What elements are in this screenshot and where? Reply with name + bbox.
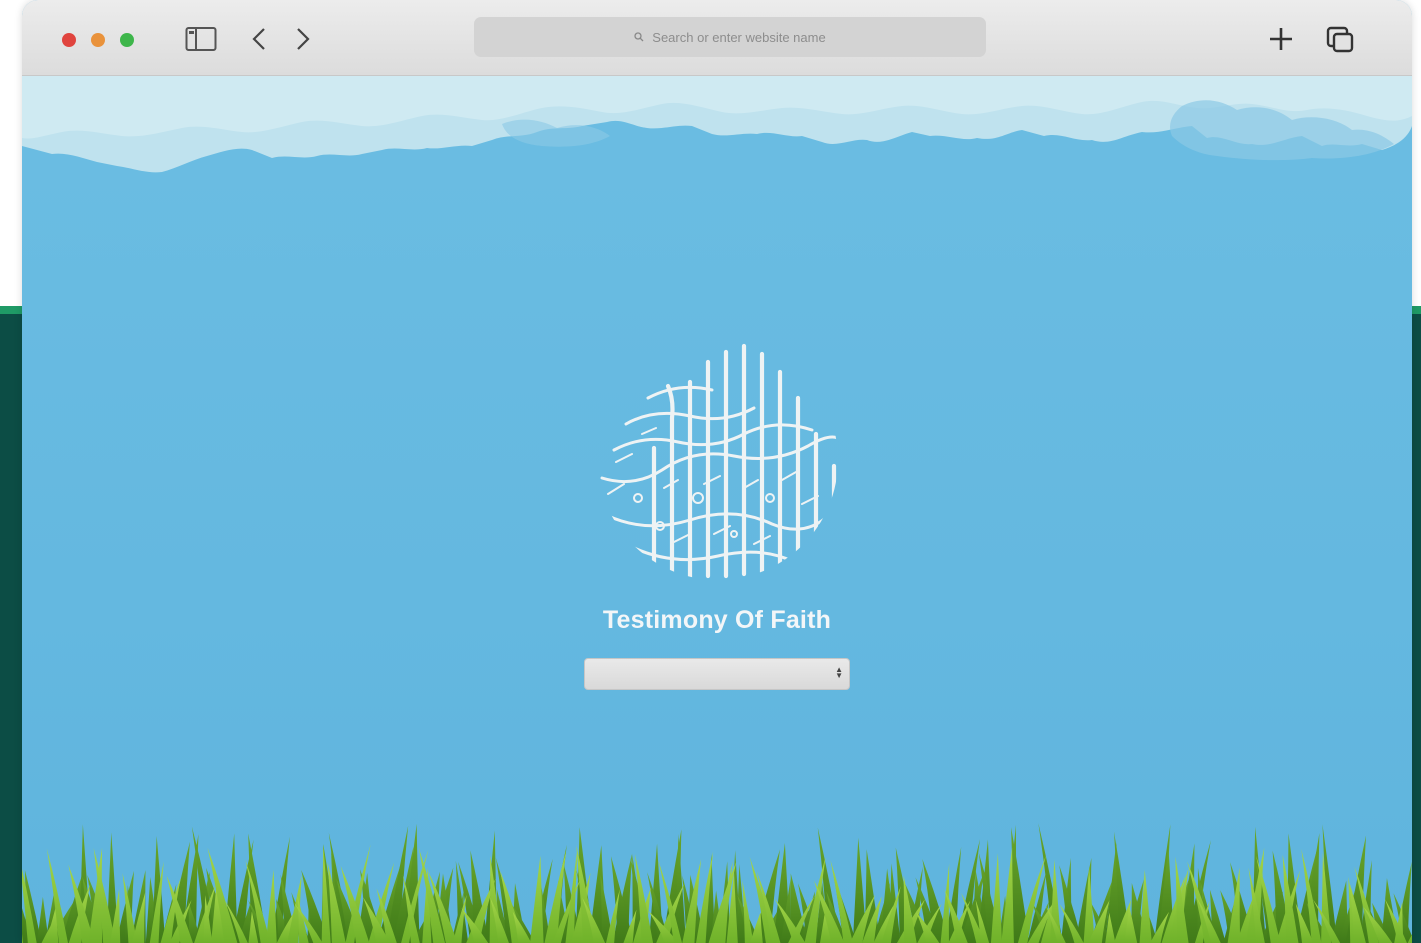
select-arrows-icon: ▲ ▼: [835, 665, 843, 680]
grass-blade: [131, 892, 146, 943]
grass-blade: [1001, 847, 1014, 943]
tabs-overview-icon[interactable]: [1324, 22, 1356, 56]
browser-window: Search or enter website name Testimony O…: [22, 0, 1412, 943]
sidebar-icon[interactable]: [184, 22, 218, 56]
address-bar[interactable]: Search or enter website name: [474, 17, 986, 57]
address-placeholder: Search or enter website name: [652, 29, 826, 45]
back-icon[interactable]: [248, 22, 270, 56]
cloud-banner: [22, 76, 1412, 173]
forward-icon[interactable]: [292, 22, 314, 56]
grass-blade: [940, 863, 950, 943]
page-title: Testimony Of Faith: [602, 606, 832, 634]
page-content: Testimony Of Faith ▲ ▼: [22, 76, 1412, 943]
search-icon: [634, 32, 644, 42]
grass-footer: [22, 823, 1412, 943]
minimize-window-button[interactable]: [91, 33, 105, 47]
shahada-calligraphy-emblem: [600, 343, 838, 580]
new-tab-icon[interactable]: [1266, 22, 1296, 56]
browser-toolbar: Search or enter website name: [22, 0, 1412, 76]
grass-blade: [990, 853, 1003, 943]
grass-blade: [265, 869, 277, 943]
translation-select[interactable]: ▲ ▼: [584, 658, 850, 690]
close-window-button[interactable]: [62, 33, 76, 47]
grass-blade: [1139, 869, 1152, 943]
grass-blade: [530, 855, 544, 943]
zoom-window-button[interactable]: [120, 33, 134, 47]
